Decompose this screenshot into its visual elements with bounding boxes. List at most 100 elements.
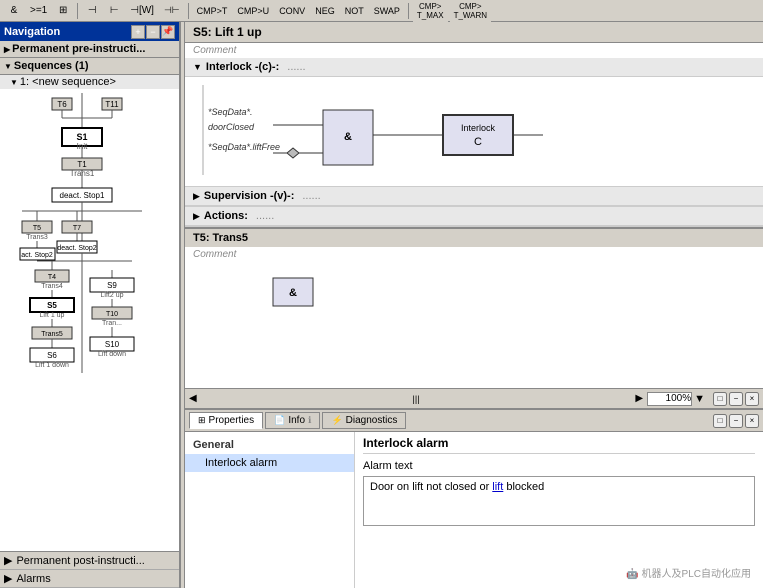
nav-new-seq[interactable]: ▼ 1: <new sequence>	[0, 75, 179, 89]
t5-ladder: &	[193, 270, 393, 310]
toolbar-btn-cmpt[interactable]: CMP>T	[193, 4, 232, 18]
nav-post-instructions[interactable]: ▶ Permanent post-instructi...	[0, 552, 179, 570]
toolbar-btn-box[interactable]: ⊞	[53, 3, 73, 18]
svg-text:deact. Stop2: deact. Stop2	[57, 245, 96, 252]
svg-text:T6: T6	[57, 100, 67, 109]
props-nav-interlock-alarm[interactable]: Interlock alarm	[185, 454, 354, 472]
tab-info-label: Info	[288, 415, 305, 426]
info-icon: 📄	[274, 415, 285, 426]
tab-diagnostics[interactable]: ⚡ Diagnostics	[322, 412, 406, 429]
svg-text:Interlock: Interlock	[461, 123, 496, 133]
props-nav-general[interactable]: General	[185, 436, 354, 454]
props-nav-interlock-label: Interlock alarm	[205, 457, 277, 469]
svg-text:Lift down: Lift down	[98, 351, 126, 358]
t5-body: &	[185, 262, 763, 321]
supervision-title: Supervision -(v)-:	[204, 190, 294, 202]
nav-zoom-in[interactable]: +	[131, 25, 145, 39]
toolbar-btn-ge1[interactable]: >=1	[26, 3, 51, 18]
props-detail-title: Interlock alarm	[363, 436, 755, 454]
props-btn-3[interactable]: ×	[745, 414, 759, 428]
svg-text:Trans1: Trans1	[70, 169, 95, 178]
zoom-bar: ▼	[647, 392, 705, 406]
toolbar-btn-not[interactable]: NOT	[341, 4, 368, 18]
nav-section-pre[interactable]: ▶ Permanent pre-instructi...	[0, 41, 179, 58]
svg-text:*SeqData*.liftFree: *SeqData*.liftFree	[208, 142, 280, 152]
t5-title: T5: Trans5	[193, 232, 248, 244]
tab-properties-label: Properties	[209, 415, 255, 426]
supervision-expand: ▶	[193, 191, 200, 202]
zoom-dropdown[interactable]: ▼	[694, 393, 705, 405]
toolbar-btn-conv[interactable]: CONV	[275, 4, 309, 18]
svg-text:T1: T1	[77, 160, 87, 169]
scroll-right-arrow: ▶	[635, 393, 643, 404]
panel-btn-3[interactable]: ×	[745, 392, 759, 406]
nav-section-sequences[interactable]: ▼ Sequences (1)	[0, 58, 179, 75]
nav-seq-arrow: ▼	[4, 62, 12, 71]
t5-comment[interactable]: Comment	[185, 247, 763, 262]
nav-newseq-label: 1: <new sequence>	[20, 76, 116, 88]
svg-text:C: C	[474, 136, 482, 148]
section-supervision: ▶ Supervision -(v)-: ......	[185, 187, 763, 207]
step-comment[interactable]: Comment	[185, 43, 763, 58]
tab-info[interactable]: 📄 Info ℹ	[265, 412, 320, 429]
nav-tree[interactable]: ▶ Permanent pre-instructi... ▼ Sequences…	[0, 41, 179, 551]
t5-header: T5: Trans5	[185, 227, 763, 247]
nav-title: Navigation	[4, 26, 60, 38]
panel-controls: □ − ×	[713, 392, 759, 406]
svg-text:T11: T11	[105, 100, 119, 109]
svg-text:&: &	[289, 287, 297, 299]
svg-text:T7: T7	[73, 225, 81, 232]
interlock-expand: ▼	[193, 62, 202, 72]
zoom-input[interactable]	[647, 392, 692, 406]
svg-text:S6: S6	[47, 351, 57, 360]
toolbar-btn-w[interactable]: ⊣[W]	[126, 3, 158, 18]
toolbar-btn-cmpu[interactable]: CMP>U	[233, 4, 273, 18]
editor-content[interactable]: ▼ Interlock -(c)-: ...... *SeqData*. doo…	[185, 58, 763, 388]
supervision-header[interactable]: ▶ Supervision -(v)-: ......	[185, 187, 763, 206]
toolbar-btn-cmpwarn[interactable]: CMP>T_WARN	[450, 0, 491, 22]
interlock-header[interactable]: ▼ Interlock -(c)-: ......	[185, 58, 763, 77]
nav-pin[interactable]: 📌	[161, 25, 175, 39]
toolbar-btn-swap[interactable]: SWAP	[370, 4, 404, 18]
interlock-alarm-title: Interlock alarm	[363, 436, 448, 450]
scroll-indicator: ◀	[189, 393, 197, 404]
toolbar-btn-cmptmax[interactable]: CMP>T_MAX	[413, 0, 448, 22]
alarm-text-box[interactable]: Door on lift not closed or lift blocked	[363, 476, 755, 526]
props-detail: Interlock alarm Alarm text Door on lift …	[355, 432, 763, 588]
scroll-bar[interactable]: |||	[201, 394, 632, 404]
properties-icon: ⊞	[198, 415, 206, 426]
props-btn-1[interactable]: □	[713, 414, 727, 428]
toolbar-sep-1	[77, 3, 78, 19]
toolbar-btn-norm-open[interactable]: ⊢	[104, 3, 124, 18]
svg-text:Lift 1 up: Lift 1 up	[40, 312, 65, 319]
watermark: 🤖 机器人及PLC自动化应用	[626, 565, 751, 580]
nav-zoom-out[interactable]: −	[146, 25, 160, 39]
svg-text:Tran...: Tran...	[102, 320, 122, 327]
seq-diagram-container: T6 T11 S1 Init T1 Trans1	[0, 89, 179, 377]
toolbar-btn-and[interactable]: &	[4, 3, 24, 18]
toolbar-btn-neg[interactable]: NEG	[311, 4, 339, 18]
diag-icon: ⚡	[331, 415, 342, 426]
panel-btn-1[interactable]: □	[713, 392, 727, 406]
editor-panel: S5: Lift 1 up Comment ▼ Interlock -(c)-:…	[185, 22, 763, 588]
interlock-dots: ......	[287, 61, 305, 73]
alarm-text-lift-link[interactable]: lift	[492, 481, 503, 493]
step-title: S5: Lift 1 up	[193, 25, 262, 39]
svg-text:*SeqData*.: *SeqData*.	[208, 107, 253, 117]
toolbar-btn-ne[interactable]: ⊣⊢	[160, 3, 184, 18]
panel-btn-2[interactable]: −	[729, 392, 743, 406]
actions-header[interactable]: ▶ Actions: ......	[185, 207, 763, 226]
nav-header: Navigation + − 📌	[0, 22, 179, 41]
nav-seq-label: Sequences (1)	[14, 60, 89, 72]
svg-text:S10: S10	[105, 340, 120, 349]
props-btn-2[interactable]: −	[729, 414, 743, 428]
alarm-text-label: Alarm text	[363, 460, 755, 472]
tab-properties[interactable]: ⊞ Properties	[189, 412, 263, 429]
alarm-text-value: Door on lift not closed or	[370, 481, 492, 493]
nav-alarms[interactable]: ▶ Alarms	[0, 570, 179, 588]
toolbar-btn-norm-close[interactable]: ⊣	[82, 3, 102, 18]
actions-title: Actions:	[204, 210, 248, 222]
props-panel-btns: □ − ×	[713, 414, 759, 428]
nav-pre-arrow: ▶	[4, 45, 10, 54]
nav-newseq-arrow: ▼	[10, 78, 18, 87]
